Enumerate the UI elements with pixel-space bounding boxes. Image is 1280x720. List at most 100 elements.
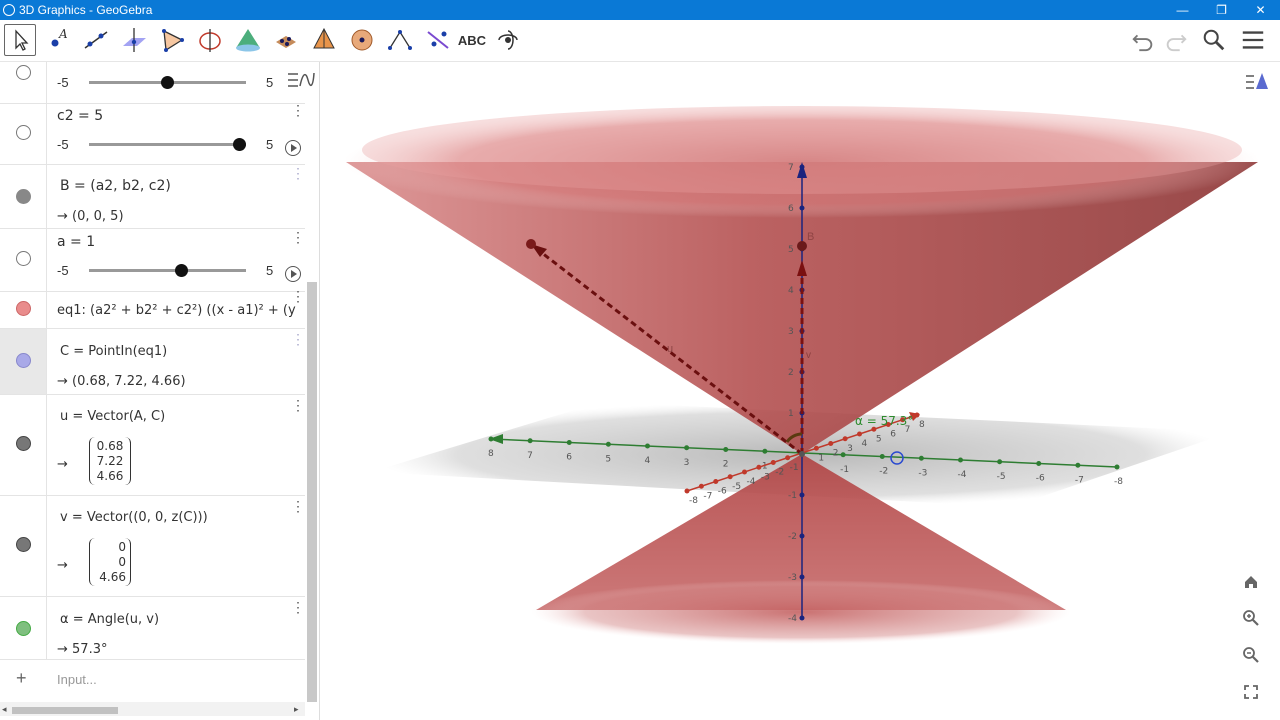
row-menu-icon[interactable]: ⋮ bbox=[291, 332, 305, 346]
scrollbar-thumb[interactable] bbox=[12, 707, 118, 714]
x-axis-tick bbox=[684, 488, 690, 494]
plane-tool[interactable] bbox=[232, 24, 264, 56]
x-axis-tick bbox=[727, 474, 733, 480]
visibility-toggle[interactable] bbox=[16, 537, 31, 552]
scroll-right-icon[interactable]: ▸ bbox=[294, 704, 299, 715]
x-axis-tick-label: 2 bbox=[833, 449, 839, 459]
algebra-row-c2[interactable]: c2 = 5 ⋮ -5 5 bbox=[0, 103, 305, 165]
z-axis-tick-label: 3 bbox=[788, 327, 794, 337]
visibility-toggle[interactable] bbox=[16, 65, 31, 80]
polygon-tool[interactable] bbox=[156, 24, 188, 56]
z-axis-tick bbox=[799, 533, 805, 539]
circle-tool[interactable] bbox=[194, 24, 226, 56]
zoom-in-icon bbox=[1243, 610, 1259, 626]
rotate-view-tool[interactable] bbox=[492, 24, 524, 56]
algebra-horizontal-scrollbar[interactable]: ◂ ▸ bbox=[0, 702, 305, 716]
visibility-toggle[interactable] bbox=[16, 353, 31, 368]
y-axis-tick bbox=[723, 447, 729, 452]
vector-matrix: 0 0 4.66 bbox=[89, 538, 131, 586]
play-button[interactable] bbox=[285, 140, 301, 156]
play-button[interactable] bbox=[285, 266, 301, 282]
redo-button[interactable] bbox=[1160, 24, 1192, 56]
zoom-in-button[interactable] bbox=[1237, 604, 1265, 632]
pyramid-tool-2[interactable] bbox=[308, 24, 340, 56]
slider-track[interactable] bbox=[89, 269, 246, 272]
algebra-row-u[interactable]: u = Vector(A, C) ⋮ → 0.68 7.22 4.66 bbox=[0, 395, 305, 496]
main-menu-button[interactable] bbox=[1237, 24, 1269, 56]
undo-button[interactable] bbox=[1127, 24, 1159, 56]
home-button[interactable] bbox=[1237, 568, 1265, 596]
slider-label: a = 1 bbox=[57, 234, 96, 250]
reflect-tool[interactable] bbox=[422, 24, 454, 56]
y-axis-tick bbox=[488, 436, 494, 442]
graphics-style-button[interactable] bbox=[1243, 68, 1271, 96]
rotate-icon bbox=[498, 30, 518, 50]
x-axis-tick bbox=[813, 445, 819, 451]
point-C[interactable] bbox=[526, 239, 536, 249]
algebra-row-v[interactable]: v = Vector((0, 0, z(C))) ⋮ → 0 0 4.66 bbox=[0, 496, 305, 597]
sphere-tool[interactable] bbox=[346, 24, 378, 56]
vector-component: 4.66 bbox=[99, 570, 126, 584]
algebra-row-B[interactable]: B = (a2, b2, c2) ⋮ → (0, 0, 5) bbox=[0, 165, 305, 229]
definition-text: B = (a2, b2, c2) bbox=[60, 178, 171, 194]
visibility-toggle[interactable] bbox=[16, 621, 31, 636]
y-axis-tick-label: -2 bbox=[879, 467, 888, 477]
z-axis-tick bbox=[799, 492, 805, 498]
zoom-out-button[interactable] bbox=[1237, 641, 1265, 669]
y-axis-tick bbox=[645, 443, 650, 449]
visibility-toggle[interactable] bbox=[16, 251, 31, 266]
x-axis-tick-label: -6 bbox=[718, 487, 727, 497]
algebra-row-eq1[interactable]: eq1: (a2² + b2² + c2²) ((x - a1)² + (y ⋮ bbox=[0, 289, 305, 329]
point-B[interactable] bbox=[797, 241, 807, 251]
add-icon[interactable]: + bbox=[16, 668, 27, 689]
window-title: 3D Graphics - GeoGebra bbox=[19, 3, 153, 17]
algebra-view: -5 5 c2 = 5 ⋮ -5 5 B = (a2, b2, c2) ⋮ → … bbox=[0, 62, 320, 720]
slider-knob[interactable] bbox=[161, 76, 174, 89]
text-tool[interactable]: ABC bbox=[454, 24, 490, 56]
move-tool[interactable] bbox=[4, 24, 36, 56]
algebra-input-row[interactable]: + Input... bbox=[0, 660, 305, 700]
close-button[interactable]: ✕ bbox=[1241, 0, 1280, 20]
row-menu-icon[interactable]: ⋮ bbox=[291, 166, 305, 180]
angle-tool[interactable] bbox=[384, 24, 416, 56]
pyramid-tool[interactable] bbox=[270, 24, 302, 56]
row-menu-icon[interactable]: ⋮ bbox=[291, 103, 305, 117]
visibility-toggle[interactable] bbox=[16, 436, 31, 451]
slider-knob[interactable] bbox=[233, 138, 246, 151]
maximize-button[interactable]: ❐ bbox=[1202, 0, 1241, 20]
row-menu-icon[interactable]: ⋮ bbox=[291, 289, 305, 303]
scroll-left-icon[interactable]: ◂ bbox=[2, 704, 7, 715]
x-axis-tick-label: -3 bbox=[761, 472, 770, 482]
row-menu-icon[interactable]: ⋮ bbox=[291, 600, 305, 614]
minimize-button[interactable]: — bbox=[1163, 0, 1202, 20]
algebra-row-a[interactable]: a = 1 ⋮ -5 5 bbox=[0, 229, 305, 292]
slider-max: 5 bbox=[266, 75, 274, 90]
row-menu-icon[interactable]: ⋮ bbox=[291, 230, 305, 244]
algebra-row-C[interactable]: C = PointIn(eq1) ⋮ → (0.68, 7.22, 4.66) bbox=[0, 329, 305, 395]
y-axis-tick-label: 5 bbox=[605, 454, 611, 464]
algebra-style-icon[interactable] bbox=[286, 70, 316, 90]
algebra-row-alpha[interactable]: α = Angle(u, v) ⋮ → 57.3° bbox=[0, 597, 305, 660]
algebra-row-slider-top[interactable]: -5 5 bbox=[0, 62, 315, 104]
graphics-canvas[interactable]: 8 7 6 5 4 3 2 1 -1 -2 -3 -4 -5 -6 -7 -8 -8 -7 -6 -5 -4 -3 -2-… bbox=[321, 62, 1280, 720]
row-menu-icon[interactable]: ⋮ bbox=[291, 398, 305, 412]
visibility-toggle[interactable] bbox=[16, 125, 31, 140]
graphics-3d-view[interactable]: 8 7 6 5 4 3 2 1 -1 -2 -3 -4 -5 -6 -7 -8 -8 -7 -6 -5 -4 -3 -2-… bbox=[321, 62, 1280, 720]
algebra-vertical-scrollbar[interactable] bbox=[307, 282, 317, 702]
perpendicular-tool[interactable] bbox=[118, 24, 150, 56]
line-tool[interactable] bbox=[80, 24, 112, 56]
slider-knob[interactable] bbox=[175, 264, 188, 277]
search-button[interactable] bbox=[1198, 24, 1230, 56]
z-axis-tick-label: 1 bbox=[788, 409, 794, 419]
slider-track[interactable] bbox=[89, 143, 246, 146]
input-field[interactable]: Input... bbox=[57, 672, 97, 687]
y-axis-tick bbox=[1075, 462, 1081, 468]
fullscreen-button[interactable] bbox=[1237, 678, 1265, 706]
visibility-toggle[interactable] bbox=[16, 301, 31, 316]
line-icon bbox=[84, 31, 108, 49]
visibility-toggle[interactable] bbox=[16, 189, 31, 204]
point-tool[interactable]: A bbox=[42, 24, 74, 56]
z-axis-tick bbox=[799, 574, 805, 580]
x-axis-tick bbox=[785, 455, 791, 461]
row-menu-icon[interactable]: ⋮ bbox=[291, 499, 305, 513]
